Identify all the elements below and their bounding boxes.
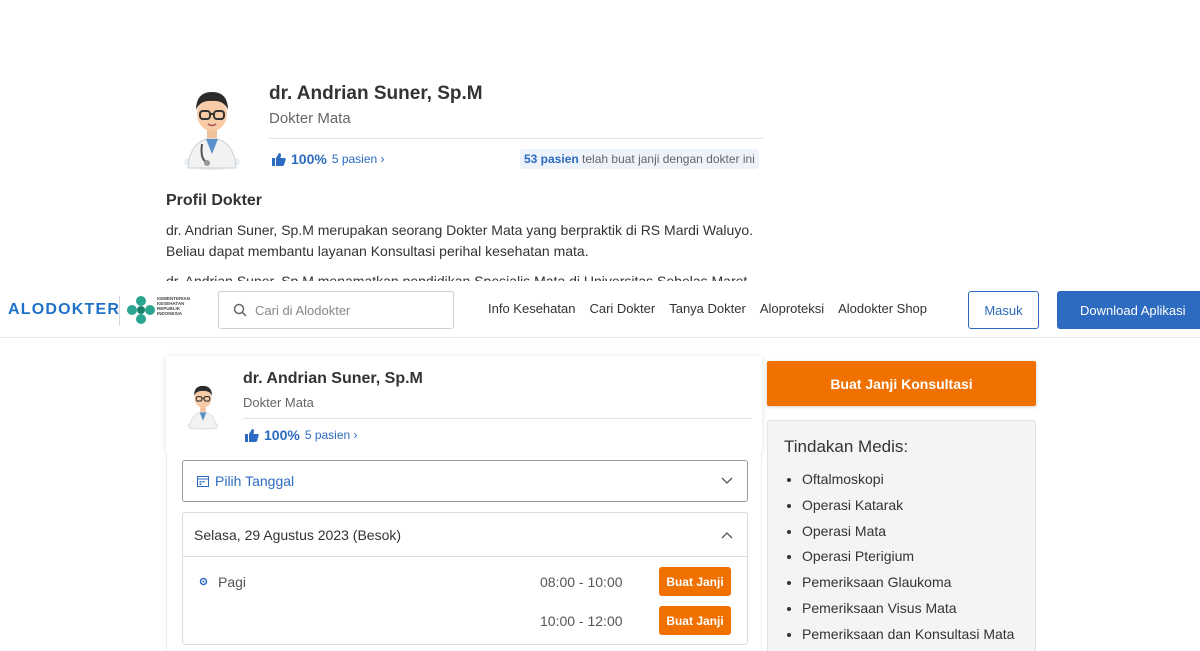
date-picker[interactable]: Pilih Tanggal bbox=[182, 460, 748, 502]
procedure-item: Pemeriksaan dan Konsultasi Mata bbox=[802, 626, 1014, 651]
nav-info-kesehatan[interactable]: Info Kesehatan bbox=[488, 301, 575, 316]
rating: 100% 5 pasien › bbox=[245, 427, 358, 443]
site-header: ALODOKTER KEMENTERIAN KESEHATAN REPUBLIK… bbox=[0, 281, 1200, 338]
sun-icon bbox=[199, 577, 208, 586]
calendar-icon bbox=[197, 476, 209, 487]
appointment-count-badge: 53 pasien telah buat janji dengan dokter… bbox=[520, 149, 759, 169]
procedure-item: Operasi Katarak bbox=[802, 497, 1014, 523]
kemenkes-logo-text: KEMENTERIAN KESEHATAN REPUBLIK INDONESIA bbox=[157, 296, 191, 316]
procedure-list: Oftalmoskopi Operasi Katarak Operasi Mat… bbox=[802, 471, 1014, 651]
search-input[interactable] bbox=[255, 302, 435, 318]
search-icon bbox=[233, 303, 247, 317]
nav-cari-dokter[interactable]: Cari Dokter bbox=[589, 301, 655, 316]
doctor-specialty: Dokter Mata bbox=[243, 395, 314, 410]
procedure-item: Operasi Pterigium bbox=[802, 548, 1014, 574]
appointment-count: 53 pasien bbox=[524, 152, 579, 166]
doctor-specialty: Dokter Mata bbox=[269, 110, 351, 127]
slot-time: 10:00 - 12:00 bbox=[540, 613, 623, 629]
profile-description: dr. Andrian Suner, Sp.M merupakan seoran… bbox=[166, 222, 753, 259]
session-label: Pagi bbox=[218, 574, 247, 590]
doctor-avatar bbox=[184, 92, 240, 170]
procedure-item: Operasi Mata bbox=[802, 523, 1014, 549]
procedure-item: Pemeriksaan Glaukoma bbox=[802, 574, 1014, 600]
day-label: Selasa, 29 Agustus 2023 (Besok) bbox=[194, 526, 402, 543]
divider bbox=[269, 138, 763, 139]
nav-aloproteksi[interactable]: Aloproteksi bbox=[760, 301, 824, 316]
time-slot-row: 10:00 - 12:00 Buat Janji bbox=[183, 606, 749, 636]
doctor-name: dr. Andrian Suner, Sp.M bbox=[269, 83, 483, 104]
schedule-panel: Pilih Tanggal Selasa, 29 Agustus 2023 (B… bbox=[166, 452, 762, 651]
thumbs-up-icon bbox=[272, 152, 286, 166]
medical-procedures-title: Tindakan Medis: bbox=[784, 437, 909, 456]
procedure-item: Oftalmoskopi bbox=[802, 471, 1014, 497]
logo-divider bbox=[119, 296, 120, 326]
patients-link[interactable]: 5 pasien › bbox=[305, 428, 358, 442]
profile-description-cut: dr. Andrian Suner, Sp.M menamatkan pendi… bbox=[166, 273, 748, 281]
login-button[interactable]: Masuk bbox=[968, 291, 1039, 329]
book-slot-button[interactable]: Buat Janji bbox=[659, 567, 731, 596]
doctor-name: dr. Andrian Suner, Sp.M bbox=[243, 370, 423, 387]
day-header[interactable]: Selasa, 29 Agustus 2023 (Besok) bbox=[183, 513, 747, 557]
slot-time: 08:00 - 10:00 bbox=[540, 574, 623, 590]
kemenkes-logo-icon bbox=[127, 296, 155, 324]
patients-link[interactable]: 5 pasien › bbox=[332, 152, 385, 166]
chevron-down-icon bbox=[721, 477, 733, 484]
alodokter-logo[interactable]: ALODOKTER bbox=[8, 301, 120, 319]
profile-section-title: Profil Dokter bbox=[166, 192, 263, 209]
rating-percent: 100% bbox=[291, 151, 327, 167]
main-nav: Info Kesehatan Cari Dokter Tanya Dokter … bbox=[488, 301, 927, 316]
book-consultation-button[interactable]: Buat Janji Konsultasi bbox=[767, 361, 1036, 406]
download-app-button[interactable]: Download Aplikasi bbox=[1057, 291, 1200, 329]
thumbs-up-icon bbox=[245, 428, 259, 442]
rating-percent: 100% bbox=[264, 427, 300, 443]
day-schedule: Selasa, 29 Agustus 2023 (Besok) Pagi 08:… bbox=[182, 512, 748, 645]
divider bbox=[243, 418, 752, 419]
search-box[interactable] bbox=[218, 291, 454, 329]
medical-procedures-panel: Tindakan Medis: Oftalmoskopi Operasi Kat… bbox=[767, 420, 1036, 651]
nav-tanya-dokter[interactable]: Tanya Dokter bbox=[669, 301, 746, 316]
procedure-item: Pemeriksaan Visus Mata bbox=[802, 600, 1014, 626]
nav-alodokter-shop[interactable]: Alodokter Shop bbox=[838, 301, 927, 316]
time-slot-row: Pagi 08:00 - 10:00 Buat Janji bbox=[183, 567, 749, 597]
appointment-count-text: telah buat janji dengan dokter ini bbox=[578, 152, 755, 166]
book-slot-button[interactable]: Buat Janji bbox=[659, 606, 731, 635]
chevron-up-icon bbox=[721, 532, 733, 539]
rating: 100% 5 pasien › bbox=[272, 151, 385, 167]
doctor-avatar bbox=[187, 385, 219, 430]
date-picker-label: Pilih Tanggal bbox=[215, 473, 295, 489]
doctor-summary-card: dr. Andrian Suner, Sp.M Dokter Mata 100%… bbox=[166, 356, 762, 452]
